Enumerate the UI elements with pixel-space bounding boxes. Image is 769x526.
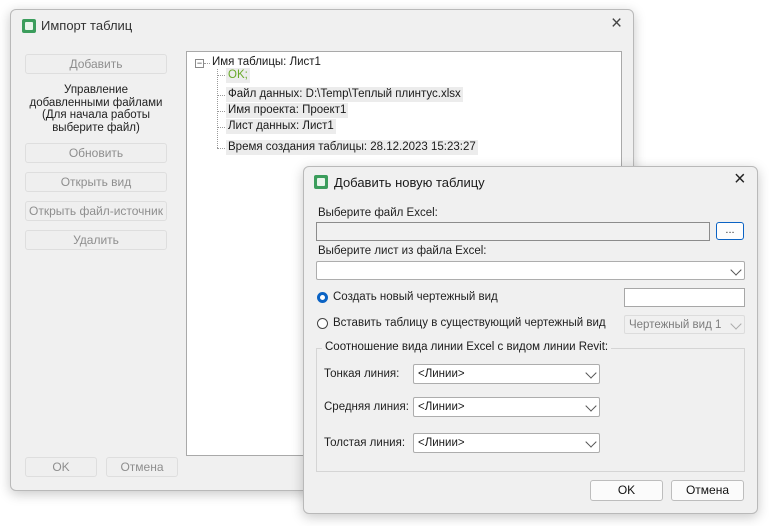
open-view-button[interactable]: Открыть вид (25, 172, 167, 192)
close-icon[interactable]: × (611, 14, 622, 33)
minus-icon: − (196, 58, 203, 68)
cancel-button[interactable]: Отмена (671, 480, 744, 501)
line-mapping-group-title: Соотношение вида линии Excel с видом лин… (322, 341, 612, 353)
title-bar[interactable]: Импорт таблиц × (11, 10, 633, 40)
medium-line-select[interactable]: <Линии> (413, 397, 600, 417)
connector-line (217, 95, 225, 96)
thick-line-select[interactable]: <Линии> (413, 433, 600, 453)
expand-collapse-icon[interactable]: − (195, 59, 204, 68)
thin-line-select[interactable]: <Линии> (413, 364, 600, 384)
radio-existing-view[interactable] (317, 318, 328, 329)
ok-button[interactable]: OK (590, 480, 663, 501)
medium-line-label: Средняя линия: (324, 401, 409, 413)
close-icon[interactable]: × (734, 169, 746, 189)
add-table-dialog: Добавить новую таблицу × Выберите файл E… (303, 166, 758, 514)
tree-file-node[interactable]: Файл данных: D:\Temp\Теплый плинтус.xlsx (226, 87, 463, 102)
delete-button[interactable]: Удалить (25, 230, 167, 250)
table-import-icon (314, 175, 328, 189)
tree-created-node[interactable]: Время создания таблицы: 28.12.2023 15:23… (226, 140, 478, 155)
new-view-name-input[interactable] (624, 288, 745, 307)
hint-text: Управление добавленными файлами (Для нач… (25, 84, 167, 134)
dialog-title: Добавить новую таблицу (334, 175, 485, 190)
sheet-select[interactable] (316, 261, 745, 280)
table-import-icon (22, 19, 36, 33)
hint-line: добавленными файлами (29, 96, 163, 109)
thin-line-value: <Линии> (418, 368, 465, 380)
excel-file-field[interactable] (316, 222, 710, 241)
chevron-down-icon (585, 367, 597, 379)
cancel-button[interactable]: Отмена (106, 457, 178, 477)
connector-line (217, 148, 225, 149)
hint-line: (Для начала работы (42, 109, 150, 121)
connector-line (217, 127, 225, 128)
browse-button[interactable]: ... (716, 222, 744, 240)
radio-existing-view-label[interactable]: Вставить таблицу в существующий чертежны… (333, 317, 606, 329)
dialog-title-bar[interactable]: Добавить новую таблицу × (304, 167, 757, 197)
add-button[interactable]: Добавить (25, 54, 167, 74)
tree-sheet-node[interactable]: Лист данных: Лист1 (226, 119, 336, 134)
thick-line-value: <Линии> (418, 437, 465, 449)
hint-line: Управление (64, 84, 128, 96)
medium-line-value: <Линии> (418, 401, 465, 413)
thick-line-label: Толстая линия: (324, 437, 406, 449)
tree-project-node[interactable]: Имя проекта: Проект1 (226, 103, 349, 118)
window-title: Импорт таблиц (41, 18, 133, 33)
refresh-button[interactable]: Обновить (25, 143, 167, 163)
connector-line (217, 75, 225, 76)
chevron-down-icon (585, 436, 597, 448)
tree-status-node[interactable]: OK; (226, 68, 250, 83)
connector-line (217, 69, 218, 148)
thin-line-label: Тонкая линия: (324, 368, 400, 380)
existing-view-select[interactable]: Чертежный вид 1 (624, 315, 745, 334)
chevron-down-icon (730, 318, 742, 330)
sheet-label: Выберите лист из файла Excel: (318, 245, 487, 257)
open-source-file-button[interactable]: Открыть файл-источник (25, 201, 167, 221)
excel-file-label: Выберите файл Excel: (318, 207, 438, 219)
radio-new-view[interactable] (317, 292, 328, 303)
radio-new-view-label[interactable]: Создать новый чертежный вид (333, 291, 498, 303)
chevron-down-icon (730, 264, 742, 276)
connector-line (217, 111, 225, 112)
ok-button[interactable]: OK (25, 457, 97, 477)
chevron-down-icon (585, 400, 597, 412)
existing-view-value: Чертежный вид 1 (629, 319, 722, 331)
hint-line: выберите файл) (52, 121, 140, 134)
